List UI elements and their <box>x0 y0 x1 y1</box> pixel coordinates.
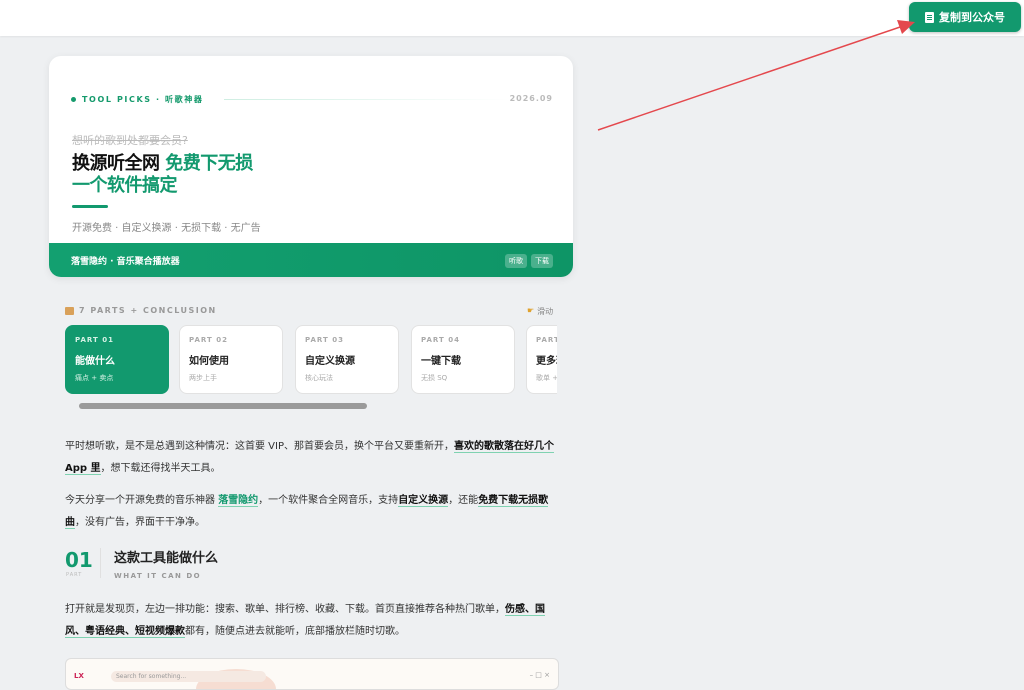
part-title: 自定义换源 <box>305 356 355 367</box>
part-title: 更多玩法 <box>536 356 557 367</box>
section-divider <box>100 548 101 578</box>
part-number: PART 04 <box>421 336 460 344</box>
parts-header-text: 7 PARTS + CONCLUSION <box>79 306 217 315</box>
window-controls-icon: – □ × <box>529 671 550 679</box>
hero-footer: 落雪隐约 · 音乐聚合播放器 听歌 下载 <box>49 243 573 277</box>
part-card-02[interactable]: PART 02 如何使用 两步上手 <box>179 325 283 394</box>
text: ，一个软件聚合全网音乐，支持 <box>258 495 399 506</box>
title-highlight-2: 一个软件搞定 <box>72 175 178 196</box>
text: ，没有广告，界面干干净净。 <box>75 517 205 528</box>
intro-paragraph-2: 今天分享一个开源免费的音乐神器 落雪隐约，一个软件聚合全网音乐，支持自定义换源，… <box>65 490 559 534</box>
section-number-label: PART <box>66 572 83 578</box>
software-name: 落雪隐约 · 音乐聚合播放器 <box>71 256 180 267</box>
part-card-01[interactable]: PART 01 能做什么 痛点 + 卖点 <box>65 325 169 394</box>
hero-title: 换源听全网 免费下无损 一个软件搞定 <box>72 153 253 197</box>
section-paragraph: 打开就是发现页，左边一排功能：搜索、歌单、排行榜、收藏、下载。首页直接推荐各种热… <box>65 599 559 643</box>
part-number: PART 05 <box>536 336 557 344</box>
parts-header: 7 PARTS + CONCLUSION <box>65 306 217 315</box>
screenshot-search-field: Search for something... <box>111 671 266 682</box>
section-title: 这款工具能做什么 <box>114 551 219 566</box>
part-subtitle: 两步上手 <box>189 374 217 382</box>
hero-subtitle: 开源免费 · 自定义换源 · 无损下载 · 无广告 <box>72 223 261 234</box>
title-part: 换源听全网 <box>72 153 166 174</box>
text: ，想下载还得找半天工具。 <box>100 463 221 474</box>
section-number: 01 <box>65 548 93 572</box>
hero-tag-text: TOOL PICKS · 听歌神器 <box>82 95 204 104</box>
divider <box>224 99 509 100</box>
title-highlight: 免费下无损 <box>165 153 253 174</box>
part-number: PART 02 <box>189 336 228 344</box>
text: 打开就是发现页，左边一排功能：搜索、歌单、排行榜、收藏、下载。首页直接推荐各种热… <box>65 604 505 615</box>
hero-tag: TOOL PICKS · 听歌神器 <box>71 94 203 105</box>
part-subtitle: 痛点 + 卖点 <box>75 374 114 382</box>
pointing-hand-icon: ☛ <box>527 306 535 315</box>
bold-highlight: 自定义换源 <box>398 495 449 507</box>
text: 都有，随便点进去就能听，底部播放栏随时切歌。 <box>185 626 405 637</box>
part-card-05[interactable]: PART 05 更多玩法 歌单 + 收藏 <box>526 325 557 394</box>
swipe-hint-text: 滑动 <box>537 307 554 316</box>
title-rule <box>72 205 108 208</box>
hero-tags: 听歌 下载 <box>505 254 553 268</box>
part-subtitle: 无损 SQ <box>421 374 448 382</box>
part-subtitle: 歌单 + 收藏 <box>536 374 557 382</box>
parts-carousel[interactable]: PART 01 能做什么 痛点 + 卖点 PART 02 如何使用 两步上手 P… <box>65 325 557 397</box>
part-title: 一键下载 <box>421 356 461 367</box>
part-number: PART 01 <box>75 336 114 344</box>
part-title: 能做什么 <box>75 356 115 367</box>
carousel-scrollbar[interactable] <box>79 403 367 409</box>
section-subtitle: WHAT IT CAN DO <box>114 572 202 580</box>
part-subtitle: 核心玩法 <box>305 374 333 382</box>
app-screenshot: LX Search for something... – □ × <box>65 658 559 690</box>
article-preview: TOOL PICKS · 听歌神器 2026.09 想听的歌到处都要会员? 换源… <box>49 44 573 690</box>
tag-badge: 听歌 <box>505 254 527 268</box>
book-icon <box>65 306 74 315</box>
hero-strike-text: 想听的歌到处都要会员? <box>72 134 188 147</box>
part-number: PART 03 <box>305 336 344 344</box>
app-name-highlight: 落雪隐约 <box>218 495 259 507</box>
swipe-hint: ☛ 滑动 <box>527 306 573 317</box>
text: 今天分享一个开源免费的音乐神器 <box>65 495 219 506</box>
dot-icon <box>71 97 76 102</box>
tag-badge: 下载 <box>531 254 553 268</box>
text: ，还能 <box>448 495 479 506</box>
part-card-03[interactable]: PART 03 自定义换源 核心玩法 <box>295 325 399 394</box>
part-card-04[interactable]: PART 04 一键下载 无损 SQ <box>411 325 515 394</box>
intro-paragraph-1: 平时想听歌，是不是总遇到这种情况：这首要 VIP、那首要会员，换个平台又要重新开… <box>65 436 559 480</box>
hero-date: 2026.09 <box>509 94 553 103</box>
hero-card: TOOL PICKS · 听歌神器 2026.09 想听的歌到处都要会员? 换源… <box>49 56 573 277</box>
part-title: 如何使用 <box>189 356 229 367</box>
text: 平时想听歌，是不是总遇到这种情况：这首要 VIP、那首要会员，换个平台又要重新开… <box>65 441 454 452</box>
